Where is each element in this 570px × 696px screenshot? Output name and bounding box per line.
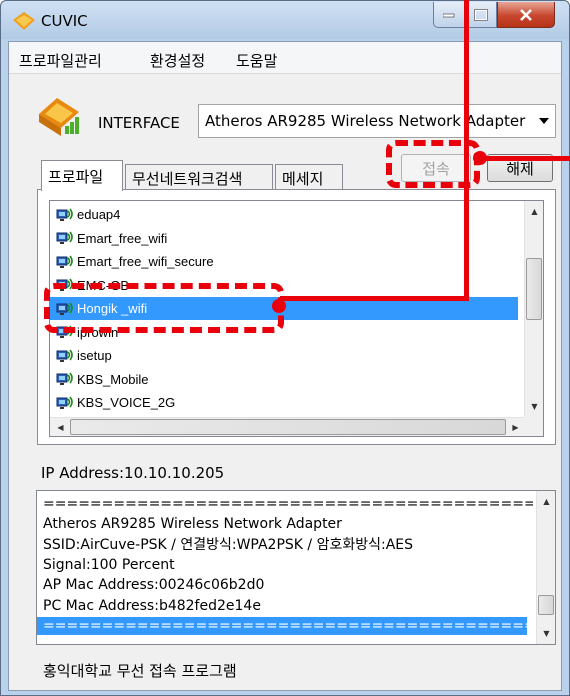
scroll-right-icon[interactable]: ▶: [507, 419, 524, 436]
log-line: SSID:AirCuve-PSK / 연결방식:WPA2PSK / 암호화방식:…: [43, 536, 414, 553]
cuvic-logo-icon: [13, 12, 35, 34]
log-line: Atheros AR9285 Wireless Network Adapter: [43, 516, 342, 533]
annotation-line-right: [484, 156, 570, 161]
log-line: ========================================…: [37, 616, 527, 635]
network-list-item[interactable]: KBS_Mobile: [50, 368, 518, 391]
network-list-item[interactable]: eduap4: [50, 203, 518, 226]
log-line: PC Mac Address:b482fed2e14e: [43, 597, 261, 614]
wireless-network-icon: [56, 254, 74, 270]
annotation-line-vertical: [464, 0, 469, 300]
log-line: ========================================…: [43, 496, 533, 512]
log-line: Signal:100 Percent: [43, 556, 175, 573]
title-bar[interactable]: CUVIC: [1, 1, 569, 39]
interface-selected-value: Atheros AR9285 Wireless Network Adapter: [205, 112, 526, 130]
network-name: isetup: [77, 348, 112, 363]
network-name: KBS_Mobile: [77, 371, 149, 387]
network-name: Emart_free_wifi: [77, 230, 168, 246]
scroll-thumb[interactable]: [526, 258, 542, 320]
log-scroll-thumb[interactable]: [538, 595, 554, 615]
minimize-button[interactable]: [433, 2, 465, 28]
close-icon: [520, 8, 532, 21]
interface-label: INTERFACE: [98, 114, 180, 132]
menu-profile-management[interactable]: 프로파일관리: [19, 50, 102, 71]
network-list-item[interactable]: Emart_free_wifi_secure: [50, 250, 518, 273]
scroll-corner: [524, 417, 543, 436]
log-scrollbar[interactable]: ▲ ▼: [536, 491, 555, 644]
chevron-down-icon[interactable]: [537, 114, 551, 128]
cuvic-logo-icon: [35, 94, 83, 146]
scroll-down-icon[interactable]: ▼: [538, 625, 555, 642]
footer-text: 홍익대학교 무선 접속 프로그램: [43, 662, 237, 680]
annotation-line-horizontal: [280, 296, 469, 301]
ip-address-label: IP Address:10.10.10.205: [41, 464, 225, 482]
close-button[interactable]: [497, 2, 555, 28]
tab-messages[interactable]: 메세지: [275, 164, 343, 190]
wireless-network-icon: [56, 348, 74, 364]
network-list-item[interactable]: KBS_VOICE_2G: [50, 391, 518, 414]
scroll-left-icon[interactable]: ◀: [52, 419, 69, 436]
network-name: KBS_VOICE_2G: [77, 395, 176, 410]
scroll-down-icon[interactable]: ▼: [526, 398, 543, 415]
annotation-dot: [272, 299, 286, 313]
network-list-item[interactable]: isetup: [50, 344, 518, 367]
horizontal-scrollbar[interactable]: ◀ ▶: [50, 417, 526, 436]
network-name: eduap4: [77, 207, 121, 222]
menu-settings[interactable]: 환경설정: [150, 50, 205, 71]
client-area: 프로파일관리 환경설정 도움말 INTERFACE Atheros AR9285…: [8, 41, 562, 691]
window-title: CUVIC: [41, 12, 88, 30]
h-scroll-thumb[interactable]: [70, 419, 506, 435]
tab-profile[interactable]: 프로파일: [41, 160, 123, 191]
wireless-network-icon: [56, 207, 74, 223]
interface-select[interactable]: Atheros AR9285 Wireless Network Adapter: [198, 104, 556, 138]
menu-help[interactable]: 도움말: [236, 50, 277, 71]
app-window: CUVIC 프로파일관리 환경설정 도움말 INTERFACE Atheros …: [0, 0, 570, 696]
log-line: AP Mac Address:00246c06b2d0: [43, 577, 265, 594]
annotation-dot: [473, 151, 487, 165]
tab-wireless-search[interactable]: 무선네트워크검색: [125, 164, 273, 190]
scroll-up-icon[interactable]: ▲: [526, 203, 543, 220]
network-highlight: [44, 283, 284, 333]
maximize-button[interactable]: [465, 2, 497, 28]
vertical-scrollbar[interactable]: ▲ ▼: [524, 201, 543, 417]
wireless-network-icon: [56, 230, 74, 246]
menu-bar: 프로파일관리 환경설정 도움말: [9, 42, 561, 74]
connection-log[interactable]: ========================================…: [36, 490, 556, 645]
wireless-network-icon: [56, 395, 74, 411]
network-list-item[interactable]: Emart_free_wifi: [50, 227, 518, 250]
network-name: Emart_free_wifi_secure: [77, 254, 214, 269]
wireless-network-icon: [56, 371, 74, 387]
scroll-up-icon[interactable]: ▲: [538, 493, 555, 510]
